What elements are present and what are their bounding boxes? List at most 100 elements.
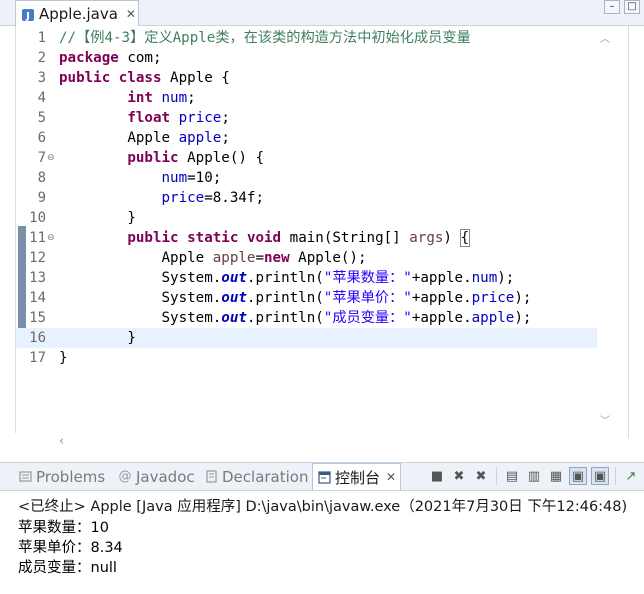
fold-toggle-icon[interactable]: ⊖ — [47, 233, 55, 243]
console-line: 苹果数量：10 — [18, 520, 109, 536]
toolbar-separator — [496, 467, 497, 485]
code-token: } — [59, 210, 136, 226]
code-token: void — [246, 230, 282, 246]
window-controls: – □ — [604, 0, 640, 14]
code-token: num — [161, 170, 188, 186]
code-line[interactable]: 17} — [16, 348, 616, 368]
console-toolbar: ■ ✖ ✖ ▤ ▥ ▦ ▣ ▣ ↗ — [428, 467, 640, 485]
line-number: 7 — [37, 150, 46, 166]
code-token: Apple — [59, 250, 213, 266]
minimize-button[interactable]: – — [604, 0, 620, 14]
line-number: 2 — [37, 50, 46, 66]
line-number: 9 — [37, 190, 46, 206]
line-number: 8 — [37, 170, 46, 186]
code-token: "成员变量：" — [323, 310, 412, 326]
code-token: apple — [471, 310, 515, 326]
code-token: ; — [221, 130, 230, 146]
code-line[interactable]: 11 ⊖ public static void main(String[] arg… — [16, 228, 616, 248]
clear-console-icon[interactable]: ▤ — [503, 467, 521, 485]
code-line[interactable]: 8 num=10; — [16, 168, 616, 188]
code-token: System. — [59, 290, 222, 306]
line-number: 6 — [37, 130, 46, 146]
javadoc-icon: @ — [118, 469, 132, 484]
code-line[interactable]: 5 float price; — [16, 108, 616, 128]
vertical-scrollbar[interactable]: ︿ ﹀ — [597, 26, 614, 438]
code-line[interactable]: 13 System.out.println("苹果数量："+apple.num)… — [16, 268, 616, 288]
code-token: "苹果单价：" — [323, 290, 412, 306]
show-on-stderr-icon[interactable]: ▣ — [591, 467, 609, 485]
line-number: 3 — [37, 70, 46, 86]
java-file-icon: J — [21, 7, 35, 22]
code-text: } — [59, 348, 68, 368]
code-line[interactable]: 2 package com; — [16, 48, 616, 68]
terminate-icon[interactable]: ■ — [428, 467, 446, 485]
remove-launch-icon[interactable]: ✖ — [450, 467, 468, 485]
scroll-up-icon[interactable]: ︿ — [600, 30, 610, 45]
code-token: apple — [178, 130, 222, 146]
code-editor[interactable]: 1 //【例4-3】定义Apple类，在该类的构造方法中初始化成员变量 2 packa… — [15, 26, 629, 438]
tab-problems[interactable]: Problems — [18, 463, 105, 490]
code-line[interactable]: 10 } — [16, 208, 616, 228]
tab-javadoc[interactable]: @ Javadoc — [118, 463, 195, 490]
tab-console[interactable]: 控制台 ✕ — [312, 463, 402, 490]
open-console-icon[interactable]: ↗ — [622, 467, 640, 485]
code-line[interactable]: 15 System.out.println("成员变量："+apple.appl… — [16, 308, 616, 328]
code-token: } — [59, 330, 136, 346]
code-text: package com; — [59, 48, 162, 68]
code-text: } — [59, 208, 136, 228]
code-text: public Apple() { — [59, 148, 264, 168]
maximize-button[interactable]: □ — [624, 0, 640, 14]
console-line: 成员变量：null — [18, 560, 117, 576]
word-wrap-icon[interactable]: ▦ — [547, 467, 565, 485]
code-line[interactable]: 16 } — [16, 328, 598, 348]
scroll-down-icon[interactable]: ﹀ — [600, 412, 610, 427]
code-line[interactable]: 14 System.out.println("苹果单价："+apple.pric… — [16, 288, 616, 308]
declaration-icon — [204, 470, 218, 484]
scroll-left-icon[interactable]: ‹ — [59, 434, 64, 449]
code-line[interactable]: 6 Apple apple; — [16, 128, 616, 148]
code-token: = — [255, 250, 265, 266]
bottom-panel: Problems @ Javadoc Declaration 控制台 ✕ ■ ✖… — [0, 462, 644, 594]
tab-problems-label: Problems — [36, 467, 106, 486]
code-line[interactable]: 1 //【例4-3】定义Apple类，在该类的构造方法中初始化成员变量 — [16, 28, 616, 48]
code-line[interactable]: 4 int num; — [16, 88, 616, 108]
scroll-lock-icon[interactable]: ▥ — [525, 467, 543, 485]
code-text: Apple apple; — [59, 128, 230, 148]
code-token: //【例4-3】定义Apple类，在该类的构造方法中初始化成员变量 — [59, 30, 471, 46]
code-text: //【例4-3】定义Apple类，在该类的构造方法中初始化成员变量 — [59, 28, 471, 48]
code-token: class — [118, 70, 162, 86]
code-line[interactable]: 9 price=8.34f; — [16, 188, 616, 208]
code-line[interactable]: 7 ⊖ public Apple() { — [16, 148, 616, 168]
editor-tab-apple-java[interactable]: J Apple.java ✕ — [15, 0, 139, 26]
show-on-stdout-icon[interactable]: ▣ — [569, 467, 587, 485]
editor-tab-label: Apple.java — [39, 4, 118, 23]
code-token: args — [409, 230, 444, 246]
code-token: ); — [514, 310, 532, 326]
code-token: ) — [443, 230, 461, 246]
code-line[interactable]: 3 public class Apple { — [16, 68, 616, 88]
fold-toggle-icon[interactable]: ⊖ — [47, 153, 55, 163]
code-line[interactable]: 12 Apple apple=new Apple(); — [16, 248, 616, 268]
close-icon[interactable]: ✕ — [126, 7, 136, 21]
code-token: .println( — [246, 270, 324, 286]
code-text: price=8.34f; — [59, 188, 265, 208]
remove-all-terminated-icon[interactable]: ✖ — [472, 467, 490, 485]
console-icon — [317, 470, 331, 484]
line-number: 17 — [29, 350, 46, 366]
close-icon[interactable]: ✕ — [386, 470, 396, 484]
code-token: out — [221, 270, 247, 286]
line-number: 12 — [29, 250, 46, 266]
code-token: float — [127, 110, 171, 126]
code-token: price — [178, 110, 222, 126]
tab-declaration-label: Declaration — [222, 467, 309, 486]
code-token: ); — [514, 290, 532, 306]
tab-declaration[interactable]: Declaration — [204, 463, 308, 490]
code-token: =10; — [187, 170, 222, 186]
code-token: num — [161, 90, 188, 106]
horizontal-scrollbar[interactable]: ‹ — [15, 433, 597, 450]
code-token: +apple. — [411, 310, 472, 326]
